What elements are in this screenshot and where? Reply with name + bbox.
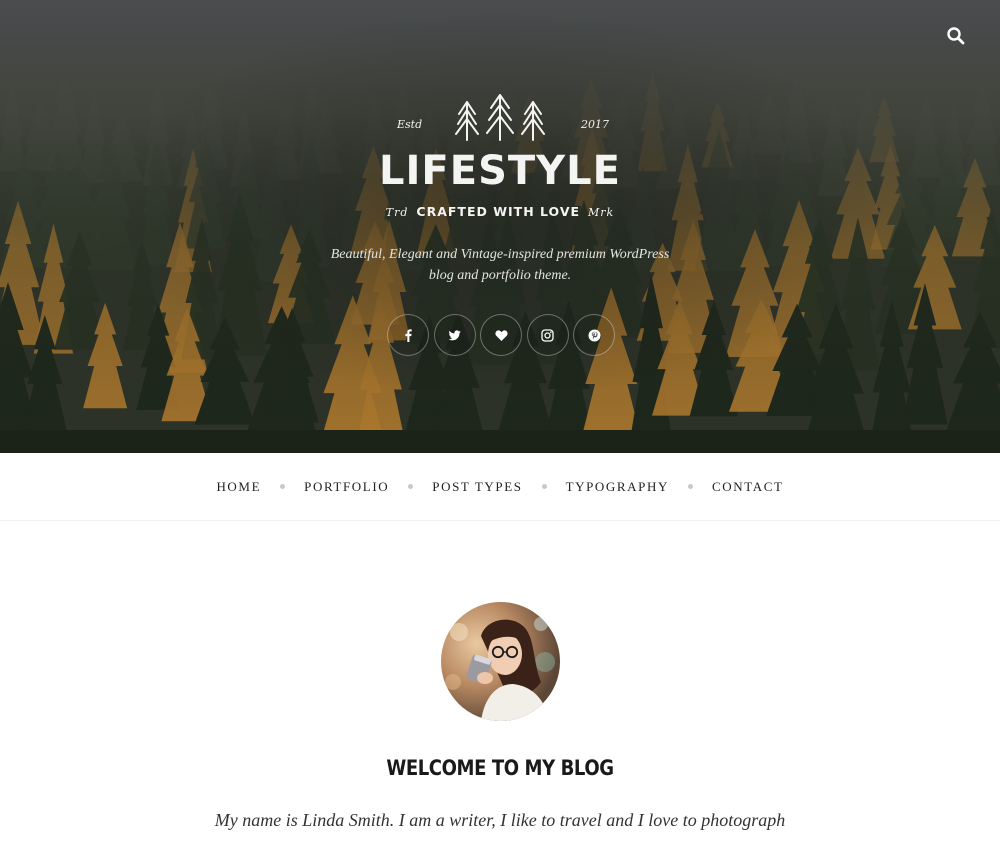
nav-item-home[interactable]: HOME bbox=[216, 479, 261, 495]
nav-separator-dot bbox=[687, 484, 693, 489]
logo-sub-center: CRAFTED WITH LOVE bbox=[416, 204, 581, 219]
tagline-line-1: Beautiful, Elegant and Vintage-inspired … bbox=[330, 247, 670, 262]
heart-icon[interactable] bbox=[480, 314, 522, 356]
hero-banner: Estd 2017 LIFESTYLE Trd CRAFTED WITH LOVE… bbox=[0, 0, 1000, 453]
main-navigation: HOME PORTFOLIO POST TYPES TYPOGRAPHY CON… bbox=[0, 453, 1000, 521]
instagram-icon[interactable] bbox=[526, 314, 569, 356]
nav-item-portfolio[interactable]: PORTFOLIO bbox=[304, 479, 389, 495]
facebook-icon[interactable] bbox=[387, 314, 429, 356]
logo-subtitle: Trd CRAFTED WITH LOVE Mrk bbox=[0, 204, 1000, 219]
logo-sub-right: Mrk bbox=[588, 206, 615, 219]
logo-sub-left: Trd bbox=[385, 206, 409, 219]
nav-separator-dot bbox=[408, 484, 414, 489]
search-icon[interactable] bbox=[946, 26, 966, 46]
nav-separator-dot bbox=[280, 484, 286, 489]
site-tagline: Beautiful, Elegant and Vintage-inspired … bbox=[300, 244, 700, 286]
logo-title: LIFESTYLE bbox=[379, 148, 621, 194]
logo-estd-text: Estd bbox=[397, 118, 423, 131]
twitter-icon[interactable] bbox=[433, 314, 476, 356]
pine-trees-icon bbox=[455, 94, 545, 141]
nav-item-post-types[interactable]: POST TYPES bbox=[432, 479, 522, 495]
nav-item-typography[interactable]: TYPOGRAPHY bbox=[566, 479, 669, 495]
logo-year-text: 2017 bbox=[581, 118, 609, 131]
nav-item-contact[interactable]: CONTACT bbox=[712, 479, 784, 495]
social-links bbox=[387, 314, 615, 356]
welcome-heading: WELCOME TO MY BLOG bbox=[386, 756, 614, 780]
tagline-line-2: blog and portfolio theme. bbox=[428, 268, 572, 283]
nav-separator-dot bbox=[541, 484, 547, 489]
author-avatar bbox=[441, 602, 560, 721]
site-logo[interactable]: Estd 2017 LIFESTYLE Trd CRAFTED WITH LOVE… bbox=[0, 92, 1000, 227]
pinterest-icon[interactable] bbox=[573, 314, 615, 356]
intro-text: My name is Linda Smith. I am a writer, I… bbox=[214, 810, 786, 830]
author-photo bbox=[441, 602, 560, 721]
